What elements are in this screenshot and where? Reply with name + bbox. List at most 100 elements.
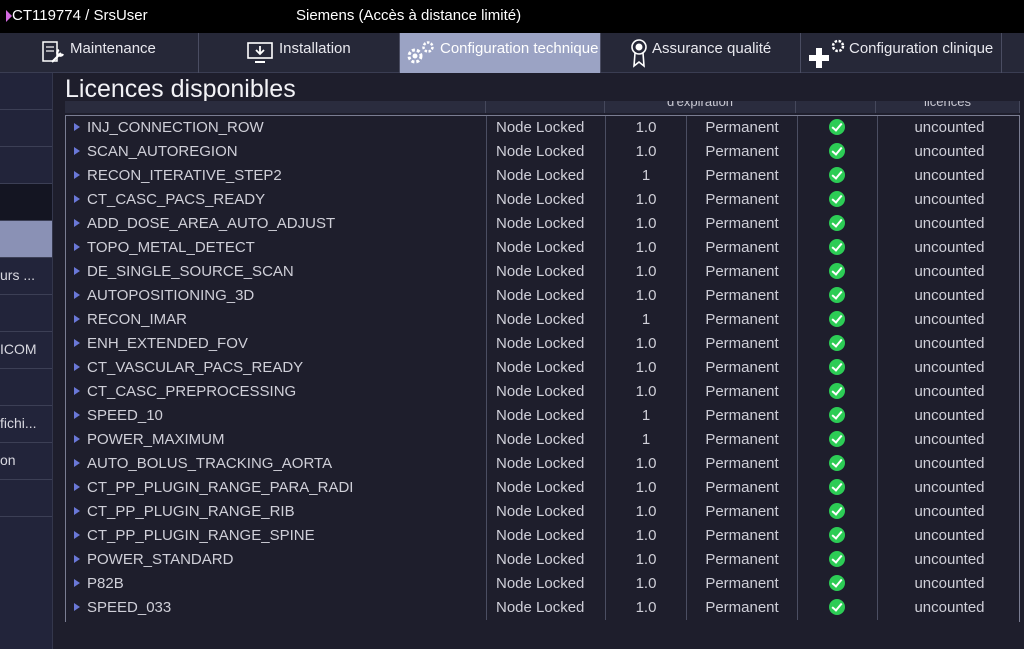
table-row[interactable]: TOPO_METAL_DETECT Node Locked 1.0 Permanent… bbox=[66, 236, 1019, 260]
check-icon bbox=[829, 551, 845, 567]
license-name-cell: AUTOPOSITIONING_3D bbox=[66, 284, 487, 308]
sidebar-item[interactable] bbox=[0, 480, 52, 517]
tab-assurance-qualite[interactable]: Assurance qualité bbox=[601, 33, 801, 73]
table-row[interactable]: CT_VASCULAR_PACS_READY Node Locked 1.0 Perm… bbox=[66, 356, 1019, 380]
license-name: CT_CASC_PREPROCESSING bbox=[87, 383, 297, 400]
sidebar-item[interactable] bbox=[0, 110, 52, 147]
table-row[interactable]: SPEED_10 Node Locked 1 Permanent uncounted bbox=[66, 404, 1019, 428]
table-row[interactable]: CT_PP_PLUGIN_RANGE_SPINE Node Locked 1.0 Pe… bbox=[66, 524, 1019, 548]
tab-configuration-clinique[interactable]: Configuration clinique bbox=[801, 33, 1002, 73]
expand-arrow-icon[interactable] bbox=[74, 579, 80, 587]
expand-arrow-icon[interactable] bbox=[74, 147, 80, 155]
plus-gear-icon bbox=[809, 39, 845, 68]
expand-arrow-icon[interactable] bbox=[74, 267, 80, 275]
table-row[interactable]: POWER_MAXIMUM Node Locked 1 Permanent uncoun… bbox=[66, 428, 1019, 452]
license-valid-cell bbox=[798, 404, 878, 428]
sidebar-item-selected[interactable] bbox=[0, 221, 52, 258]
table-row[interactable]: CT_PP_PLUGIN_RANGE_PARA_RADI Node Locked 1… bbox=[66, 476, 1019, 500]
license-name: CT_VASCULAR_PACS_READY bbox=[87, 359, 304, 376]
license-valid-cell bbox=[798, 116, 878, 140]
expand-arrow-icon[interactable] bbox=[74, 603, 80, 611]
sidebar-item[interactable] bbox=[0, 147, 52, 184]
expand-arrow-icon[interactable] bbox=[74, 219, 80, 227]
license-valid-cell bbox=[798, 452, 878, 476]
expand-arrow-icon[interactable] bbox=[74, 435, 80, 443]
expand-arrow-icon[interactable] bbox=[74, 291, 80, 299]
table-row[interactable]: AUTO_BOLUS_TRACKING_AORTA Node Locked 1.0 P… bbox=[66, 452, 1019, 476]
expand-arrow-icon[interactable] bbox=[74, 531, 80, 539]
check-icon bbox=[829, 239, 845, 255]
table-row[interactable]: INJ_CONNECTION_ROW Node Locked 1.0 Permanen… bbox=[66, 116, 1019, 140]
license-version: 1 bbox=[606, 428, 687, 452]
license-type: Node Locked bbox=[487, 260, 606, 284]
license-expiration: Permanent bbox=[687, 548, 798, 572]
license-count: uncounted bbox=[914, 215, 985, 232]
column-header-licenses-label: licences bbox=[924, 101, 971, 109]
expand-arrow-icon[interactable] bbox=[74, 243, 80, 251]
license-version: 1.0 bbox=[606, 284, 687, 308]
license-type: Node Locked bbox=[487, 140, 606, 164]
table-row[interactable]: AUTOPOSITIONING_3D Node Locked 1.0 Permanen… bbox=[66, 284, 1019, 308]
expand-arrow-icon[interactable] bbox=[74, 171, 80, 179]
table-row[interactable]: RECON_ITERATIVE_STEP2 Node Locked 1 Permane… bbox=[66, 164, 1019, 188]
column-header-expiration[interactable]: d'expiration bbox=[605, 101, 796, 113]
table-row[interactable]: CT_PP_PLUGIN_RANGE_RIB Node Locked 1.0 Perm… bbox=[66, 500, 1019, 524]
table-row[interactable]: POWER_STANDARD Node Locked 1.0 Permanent unc… bbox=[66, 548, 1019, 572]
license-count: uncounted bbox=[914, 407, 985, 424]
expand-arrow-icon[interactable] bbox=[74, 339, 80, 347]
sidebar-item[interactable] bbox=[0, 184, 52, 221]
license-type: Node Locked bbox=[487, 572, 606, 596]
sidebar-item[interactable] bbox=[0, 295, 52, 332]
expand-arrow-icon[interactable] bbox=[74, 411, 80, 419]
license-expiration: Permanent bbox=[687, 236, 798, 260]
expand-arrow-icon[interactable] bbox=[74, 459, 80, 467]
table-row[interactable]: ENH_EXTENDED_FOV Node Locked 1.0 Permanent u… bbox=[66, 332, 1019, 356]
table-row[interactable]: P82B Node Locked 1.0 Permanent uncounted bbox=[66, 572, 1019, 596]
main-content: Licences disponibles d'expiration licenc… bbox=[53, 73, 1024, 649]
tab-installation[interactable]: Installation bbox=[199, 33, 400, 73]
sidebar-item[interactable]: on bbox=[0, 443, 52, 480]
license-name: RECON_ITERATIVE_STEP2 bbox=[87, 167, 282, 184]
license-count: uncounted bbox=[914, 551, 985, 568]
sidebar-item[interactable] bbox=[0, 369, 52, 406]
license-expiration: Permanent bbox=[687, 500, 798, 524]
license-version: 1.0 bbox=[606, 500, 687, 524]
expand-arrow-icon[interactable] bbox=[74, 195, 80, 203]
license-valid-cell bbox=[798, 524, 878, 548]
license-version: 1.0 bbox=[606, 548, 687, 572]
table-row[interactable]: RECON_IMAR Node Locked 1 Permanent uncounted bbox=[66, 308, 1019, 332]
tab-configuration-technique[interactable]: Configuration technique bbox=[400, 33, 601, 73]
expand-arrow-icon[interactable] bbox=[74, 387, 80, 395]
license-type: Node Locked bbox=[487, 428, 606, 452]
table-row[interactable]: ADD_DOSE_AREA_AUTO_ADJUST Node Locked 1.0 P… bbox=[66, 212, 1019, 236]
expand-arrow-icon[interactable] bbox=[74, 363, 80, 371]
expand-arrow-icon[interactable] bbox=[74, 555, 80, 563]
table-row[interactable]: SPEED_033 Node Locked 1.0 Permanent uncounte… bbox=[66, 596, 1019, 620]
table-row[interactable]: DE_SINGLE_SOURCE_SCAN Node Locked 1.0 Perma… bbox=[66, 260, 1019, 284]
table-row[interactable]: CT_CASC_PACS_READY Node Locked 1.0 Permanen… bbox=[66, 188, 1019, 212]
license-expiration: Permanent bbox=[687, 476, 798, 500]
license-count: uncounted bbox=[914, 431, 985, 448]
sidebar-item[interactable]: ICOM bbox=[0, 332, 52, 369]
column-header-type[interactable] bbox=[486, 101, 605, 113]
license-type: Node Locked bbox=[487, 188, 606, 212]
column-header-valid[interactable] bbox=[796, 101, 876, 113]
tab-configuration-clinique-label: Configuration clinique bbox=[849, 40, 994, 57]
table-row[interactable]: CT_CASC_PREPROCESSING Node Locked 1.0 Perma… bbox=[66, 380, 1019, 404]
wrench-document-icon bbox=[42, 41, 64, 63]
license-count: uncounted bbox=[914, 527, 985, 544]
column-header-licenses[interactable]: licences bbox=[876, 101, 1020, 113]
expand-arrow-icon[interactable] bbox=[74, 507, 80, 515]
sidebar-item[interactable]: fichi... bbox=[0, 406, 52, 443]
tab-maintenance[interactable]: Maintenance bbox=[0, 33, 199, 73]
session-user: CT119774 / SrsUser bbox=[12, 7, 148, 24]
check-icon bbox=[829, 383, 845, 399]
sidebar-item[interactable] bbox=[0, 73, 52, 110]
table-row[interactable]: SCAN_AUTOREGION Node Locked 1.0 Permanent un… bbox=[66, 140, 1019, 164]
column-header-name[interactable] bbox=[65, 101, 486, 113]
sidebar-item[interactable]: urs ... bbox=[0, 258, 52, 295]
expand-arrow-icon[interactable] bbox=[74, 315, 80, 323]
license-expiration: Permanent bbox=[687, 188, 798, 212]
expand-arrow-icon[interactable] bbox=[74, 483, 80, 491]
expand-arrow-icon[interactable] bbox=[74, 123, 80, 131]
